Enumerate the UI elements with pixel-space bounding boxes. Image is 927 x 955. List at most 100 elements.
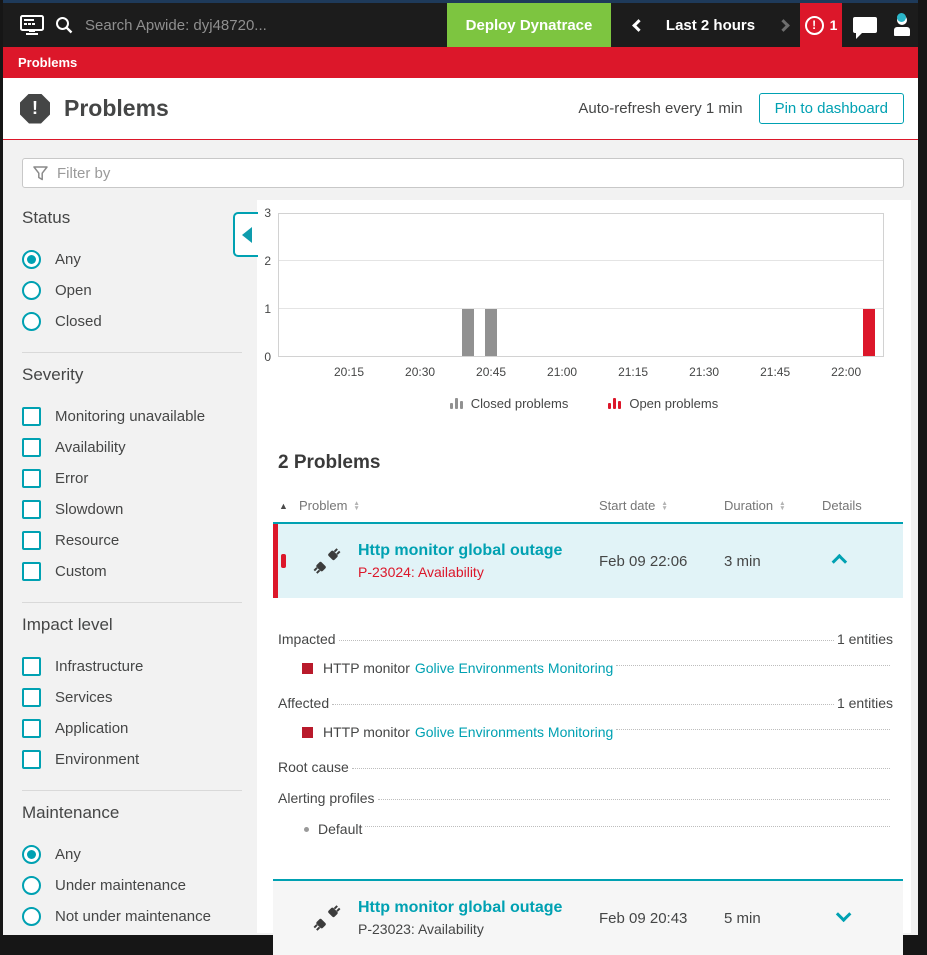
timeframe-next-button[interactable] bbox=[768, 3, 798, 47]
chevron-left-icon bbox=[632, 19, 645, 32]
dotted-leader bbox=[378, 799, 891, 800]
problem-title-link[interactable]: Http monitor global outage bbox=[358, 899, 599, 917]
dotted-leader bbox=[339, 640, 834, 641]
legend-item-closed-problems[interactable]: Closed problems bbox=[450, 396, 569, 411]
sort-icon: ▲▼ bbox=[661, 501, 667, 511]
radio-unselected-icon[interactable] bbox=[22, 312, 41, 331]
problem-row[interactable]: Http monitor global outage P-23024: Avail… bbox=[273, 524, 903, 598]
filter-option-label: Resource bbox=[55, 532, 119, 549]
details-toggle-button[interactable] bbox=[822, 909, 903, 927]
filter-option-label: Availability bbox=[55, 439, 126, 456]
detail-label: Alerting profiles bbox=[278, 790, 375, 806]
sidebar-section-title: Severity bbox=[22, 365, 242, 385]
sort-icon: ▲▼ bbox=[779, 501, 785, 511]
table-body: Http monitor global outage P-23024: Avail… bbox=[273, 524, 903, 955]
entity-severity-square-icon bbox=[302, 727, 313, 738]
chart-legend: Closed problems Open problems bbox=[257, 396, 911, 411]
sort-direction-icon[interactable]: ▲ bbox=[279, 501, 299, 511]
filter-option-open[interactable]: Open bbox=[22, 275, 242, 306]
chart-bar-closed-problems[interactable] bbox=[462, 309, 474, 356]
checkbox-unselected-icon[interactable] bbox=[22, 531, 41, 550]
problem-row[interactable]: Http monitor global outageP-23023: Avail… bbox=[273, 881, 903, 955]
alerting-profile-row: Default bbox=[304, 821, 893, 837]
filter-option-any[interactable]: Any bbox=[22, 244, 242, 275]
row-indicator-zone bbox=[278, 554, 312, 568]
column-header-label: Problem bbox=[299, 498, 347, 513]
checkbox-unselected-icon[interactable] bbox=[22, 438, 41, 457]
filter-option-services[interactable]: Services bbox=[22, 682, 242, 713]
radio-unselected-icon[interactable] bbox=[22, 281, 41, 300]
filter-option-slowdown[interactable]: Slowdown bbox=[22, 494, 242, 525]
x-axis-label: 21:00 bbox=[547, 365, 577, 379]
entity-severity-square-icon bbox=[302, 663, 313, 674]
filter-option-any[interactable]: Any bbox=[22, 839, 242, 870]
checkbox-unselected-icon[interactable] bbox=[22, 562, 41, 581]
column-header-label: Start date bbox=[599, 498, 655, 513]
search-input[interactable] bbox=[85, 17, 385, 34]
filter-option-availability[interactable]: Availability bbox=[22, 432, 242, 463]
filter-option-infrastructure[interactable]: Infrastructure bbox=[22, 651, 242, 682]
details-toggle-button[interactable] bbox=[822, 552, 903, 570]
chart-gridline bbox=[279, 260, 883, 261]
alerting-profile-name: Default bbox=[318, 821, 362, 837]
chevron-right-icon bbox=[777, 19, 790, 32]
checkbox-unselected-icon[interactable] bbox=[22, 657, 41, 676]
radio-selected-icon[interactable] bbox=[22, 845, 41, 864]
checkbox-unselected-icon[interactable] bbox=[22, 407, 41, 426]
checkbox-unselected-icon[interactable] bbox=[22, 500, 41, 519]
timeframe-selector[interactable]: Last 2 hours bbox=[653, 3, 768, 47]
filter-option-not-under-maintenance[interactable]: Not under maintenance bbox=[22, 901, 242, 932]
x-axis-label: 21:30 bbox=[689, 365, 719, 379]
radio-unselected-icon[interactable] bbox=[22, 876, 41, 895]
problem-title-link[interactable]: Http monitor global outage bbox=[358, 542, 599, 560]
filter-option-error[interactable]: Error bbox=[22, 463, 242, 494]
filter-input[interactable] bbox=[57, 165, 893, 182]
filter-option-label: Services bbox=[55, 689, 113, 706]
column-header-problem[interactable]: Problem▲▼ bbox=[299, 498, 599, 513]
section-divider bbox=[22, 790, 242, 791]
deploy-dynatrace-button[interactable]: Deploy Dynatrace bbox=[447, 3, 611, 47]
legend-item-open-problems[interactable]: Open problems bbox=[608, 396, 718, 411]
sidebar-section-severity: Severity Monitoring unavailable Availabili… bbox=[22, 365, 242, 587]
feedback-chat-button[interactable] bbox=[848, 3, 882, 47]
filter-option-closed[interactable]: Closed bbox=[22, 306, 242, 337]
column-header-duration[interactable]: Duration▲▼ bbox=[724, 498, 822, 513]
breadcrumb[interactable]: Problems bbox=[18, 55, 77, 70]
timeframe-previous-button[interactable] bbox=[623, 3, 653, 47]
x-axis-label: 20:15 bbox=[334, 365, 364, 379]
x-axis-label: 21:45 bbox=[760, 365, 790, 379]
checkbox-unselected-icon[interactable] bbox=[22, 750, 41, 769]
collapse-filters-button[interactable] bbox=[233, 212, 258, 257]
radio-unselected-icon[interactable] bbox=[22, 907, 41, 926]
filter-option-label: Environment bbox=[55, 751, 139, 768]
x-axis-label: 22:00 bbox=[831, 365, 861, 379]
problem-id-severity: P-23024: Availability bbox=[358, 564, 599, 580]
problems-table: ▲Problem▲▼Start date▲▼Duration▲▼Details … bbox=[273, 498, 903, 955]
filter-option-environment[interactable]: Environment bbox=[22, 744, 242, 775]
checkbox-unselected-icon[interactable] bbox=[22, 469, 41, 488]
filter-option-label: Any bbox=[55, 251, 81, 268]
chart-bar-open-problems[interactable] bbox=[863, 309, 875, 356]
detail-affected: Affected1 entities bbox=[278, 695, 893, 711]
entity-link[interactable]: Golive Environments Monitoring bbox=[415, 660, 613, 676]
legend-label: Closed problems bbox=[471, 396, 569, 411]
column-header-start-date[interactable]: Start date ▲▼ bbox=[599, 498, 724, 513]
user-menu-button[interactable] bbox=[887, 3, 921, 47]
filter-option-custom[interactable]: Custom bbox=[22, 556, 242, 587]
checkbox-unselected-icon[interactable] bbox=[22, 688, 41, 707]
impacted-entity-row: HTTP monitorGolive Environments Monitori… bbox=[302, 724, 893, 740]
pin-to-dashboard-button[interactable]: Pin to dashboard bbox=[759, 93, 904, 124]
filter-option-application[interactable]: Application bbox=[22, 713, 242, 744]
top-navbar: Deploy Dynatrace Last 2 hours ! 1 bbox=[3, 3, 918, 47]
environments-menu-button[interactable] bbox=[15, 3, 49, 47]
problem-duration: 3 min bbox=[724, 553, 822, 570]
checkbox-unselected-icon[interactable] bbox=[22, 719, 41, 738]
radio-selected-icon[interactable] bbox=[22, 250, 41, 269]
open-problems-badge[interactable]: ! 1 bbox=[800, 3, 842, 47]
entity-link[interactable]: Golive Environments Monitoring bbox=[415, 724, 613, 740]
filter-option-monitoring-unavailable[interactable]: Monitoring unavailable bbox=[22, 401, 242, 432]
chart-bar-closed-problems[interactable] bbox=[485, 309, 497, 356]
filter-option-resource[interactable]: Resource bbox=[22, 525, 242, 556]
filter-option-under-maintenance[interactable]: Under maintenance bbox=[22, 870, 242, 901]
global-search[interactable] bbox=[55, 3, 385, 47]
